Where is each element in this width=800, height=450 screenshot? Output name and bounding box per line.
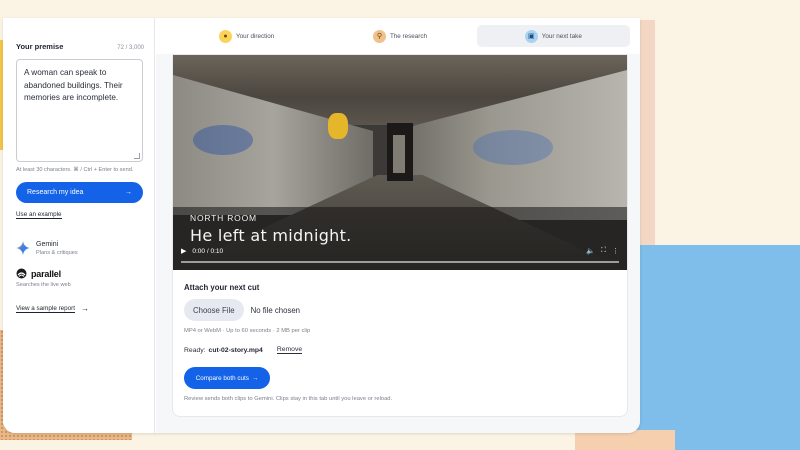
resize-grip-icon[interactable] — [134, 153, 140, 159]
sample-report-link[interactable]: View a sample report — [16, 305, 76, 313]
video-time: 0:00 / 0:10 — [192, 247, 224, 255]
compare-cuts-button[interactable]: Compare both cuts → — [184, 367, 270, 389]
decor-peach-strip — [575, 430, 675, 450]
search-icon: ⚲ — [372, 29, 386, 43]
tab-the-research[interactable]: ⚲ The research — [323, 25, 476, 47]
sample-report-row[interactable]: View a sample report → — [16, 304, 144, 313]
ready-row: Ready: cut-02-story.mp4 Remove — [184, 346, 616, 354]
attach-section: Attach your next cut Choose File No file… — [173, 270, 627, 402]
attach-title: Attach your next cut — [184, 283, 260, 292]
file-status: No file chosen — [250, 305, 301, 315]
tab-label: Your direction — [236, 32, 275, 40]
gemini-icon — [16, 241, 30, 255]
parallel-logo-icon — [16, 268, 27, 279]
fullscreen-icon[interactable]: ⛶ — [601, 247, 606, 255]
step-tabs: ● Your direction ⚲ The research ▣ Your n… — [156, 18, 640, 54]
tab-label: Your next take — [541, 32, 582, 40]
review-note: Review sends both clips to Gemini. Clips… — [184, 396, 393, 402]
video-room-label: NORTH ROOM — [190, 213, 257, 223]
volume-icon[interactable]: 🔈 — [586, 247, 595, 255]
video-progress-bar[interactable] — [181, 261, 619, 263]
tab-label: The research — [389, 32, 428, 40]
video-caption: He left at midnight. — [190, 226, 352, 245]
video-controls: ▶ 0:00 / 0:10 🔈 ⛶ ⋮ — [181, 244, 619, 258]
video-frame-graffiti — [473, 130, 553, 165]
tab-your-next-take[interactable]: ▣ Your next take — [476, 25, 630, 47]
file-hint: MP4 or WebM · Up to 60 seconds · 2 MB pe… — [184, 328, 311, 334]
video-frame-doorway-light — [393, 135, 405, 173]
gemini-subtitle: Plans & critiques — [36, 250, 78, 256]
arrow-right-icon: → — [251, 374, 259, 382]
provider-gemini: Gemini Plans & critiques — [16, 241, 144, 256]
arrow-right-icon: → — [81, 304, 90, 313]
provider-parallel: parallel Searches the live web — [16, 268, 144, 288]
file-input-row: Choose File No file chosen — [184, 299, 616, 321]
gemini-name: Gemini — [36, 241, 59, 248]
play-icon[interactable]: ▶ — [181, 247, 186, 255]
parallel-logo-row: parallel — [16, 268, 144, 279]
research-button[interactable]: Research my idea → — [16, 182, 143, 203]
arrow-right-icon: → — [125, 189, 132, 196]
bulb-icon: ● — [219, 29, 233, 43]
sidebar: Your premise 72 / 3,000 A woman can spea… — [3, 18, 155, 433]
research-button-label: Research my idea — [27, 189, 84, 196]
premise-hint: At least 30 characters. ⌘ / Ctrl + Enter… — [16, 167, 134, 173]
ready-label: Ready: — [184, 346, 206, 354]
main-panel: ● Your direction ⚲ The research ▣ Your n… — [156, 18, 640, 433]
premise-textarea[interactable]: A woman can speak to abandoned buildings… — [16, 59, 143, 162]
tab-your-direction[interactable]: ● Your direction — [170, 25, 323, 47]
compare-button-label: Compare both cuts — [195, 374, 249, 382]
more-options-icon[interactable]: ⋮ — [612, 247, 619, 255]
video-frame-graffiti — [193, 125, 253, 155]
use-example-link[interactable]: Use an example — [16, 211, 62, 219]
video-icon: ▣ — [524, 29, 538, 43]
premise-char-count: 72 / 3,000 — [117, 45, 144, 51]
premise-text: A woman can speak to abandoned buildings… — [24, 68, 123, 102]
video-player[interactable]: NORTH ROOM He left at midnight. ▶ 0:00 /… — [173, 55, 627, 270]
app-window: Your premise 72 / 3,000 A woman can spea… — [3, 18, 640, 433]
premise-header: Your premise 72 / 3,000 — [16, 42, 144, 51]
premise-title: Your premise — [16, 42, 64, 51]
parallel-name: parallel — [31, 268, 61, 279]
next-take-card: NORTH ROOM He left at midnight. ▶ 0:00 /… — [172, 54, 628, 417]
choose-file-button[interactable]: Choose File — [184, 299, 244, 321]
ready-file-name: cut-02-story.mp4 — [208, 346, 263, 354]
video-frame-graffiti — [328, 113, 348, 139]
parallel-subtitle: Searches the live web — [16, 282, 71, 288]
remove-link[interactable]: Remove — [276, 346, 303, 354]
gemini-text: Gemini Plans & critiques — [36, 241, 78, 256]
